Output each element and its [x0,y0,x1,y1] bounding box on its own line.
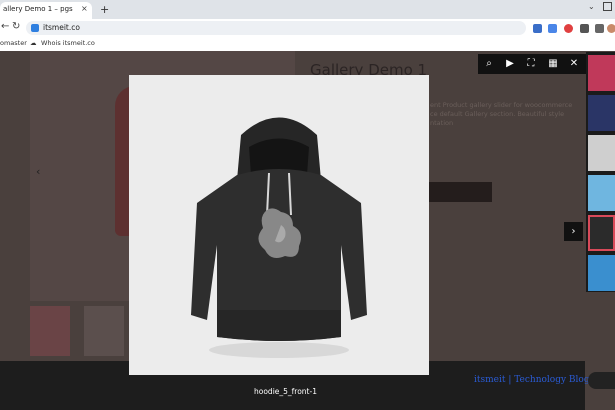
thumbnail-item[interactable] [588,175,615,211]
lightbox-thumbnails [586,52,615,292]
sidebar-icon[interactable] [595,24,604,33]
translate-icon[interactable] [548,24,557,33]
lightbox-image [129,75,429,375]
bookmark-item[interactable]: Whois itsmeit.co [41,39,95,47]
image-caption: hoodie_5_front-1 [254,387,317,396]
url-text: itsmeit.co [43,23,80,32]
close-icon[interactable]: ✕ [567,57,581,71]
play-icon[interactable]: ▶ [503,57,517,71]
help-badge[interactable] [588,372,615,389]
lightbox-toolbar: ⌕ ▶ ⛶ ▦ ✕ [478,54,586,74]
watermark-text: itsmeit | Technology Blogs [474,375,595,385]
bookmark-item[interactable]: omaster [0,39,27,47]
thumbnail-item-active[interactable] [588,215,615,251]
puzzle-icon[interactable] [580,24,589,33]
tab-bar: allery Demo 1 – pgs × + ⌄ [0,0,615,19]
hoodie-illustration [191,117,367,358]
address-bar[interactable]: itsmeit.co [26,21,526,35]
back-icon[interactable]: ← [1,21,9,32]
tab-close-icon[interactable]: × [81,4,88,13]
thumbnail-item[interactable] [588,55,615,91]
thumbnail-item[interactable] [588,135,615,171]
tab-gallery-demo[interactable]: allery Demo 1 – pgs × [0,2,92,19]
prev-arrow-icon[interactable]: ‹ [36,165,40,178]
product-description: ent Product gallery slider for woocommer… [430,101,573,127]
tab-title: allery Demo 1 – pgs [3,5,73,13]
thumbnail-item[interactable] [588,255,615,291]
bookmark-whois-icon: ☁ [30,39,37,47]
add-to-cart-button[interactable] [428,182,492,202]
product-thumbnails [30,306,130,356]
thumbnail-item[interactable] [588,95,615,131]
product-thumb[interactable] [30,306,70,356]
bookmarks-bar: omaster ☁ Whois itsmeit.co [0,37,615,52]
next-arrow-button[interactable]: › [564,222,583,241]
product-thumb[interactable] [84,306,124,356]
opera-icon[interactable] [564,24,573,33]
browser-toolbar: ← ↻ itsmeit.co [0,19,615,37]
grid-icon[interactable]: ▦ [546,57,560,71]
reload-icon[interactable]: ↻ [12,21,20,32]
extension-icon-1[interactable] [533,24,542,33]
window-maximize-icon[interactable] [603,2,612,11]
new-tab-button[interactable]: + [100,3,109,16]
fullscreen-icon[interactable]: ⛶ [524,57,538,71]
window-minimize-icon[interactable]: ⌄ [588,2,595,11]
search-icon[interactable]: ⌕ [482,57,496,71]
site-favicon-icon [31,24,39,32]
profile-avatar[interactable] [607,24,615,33]
